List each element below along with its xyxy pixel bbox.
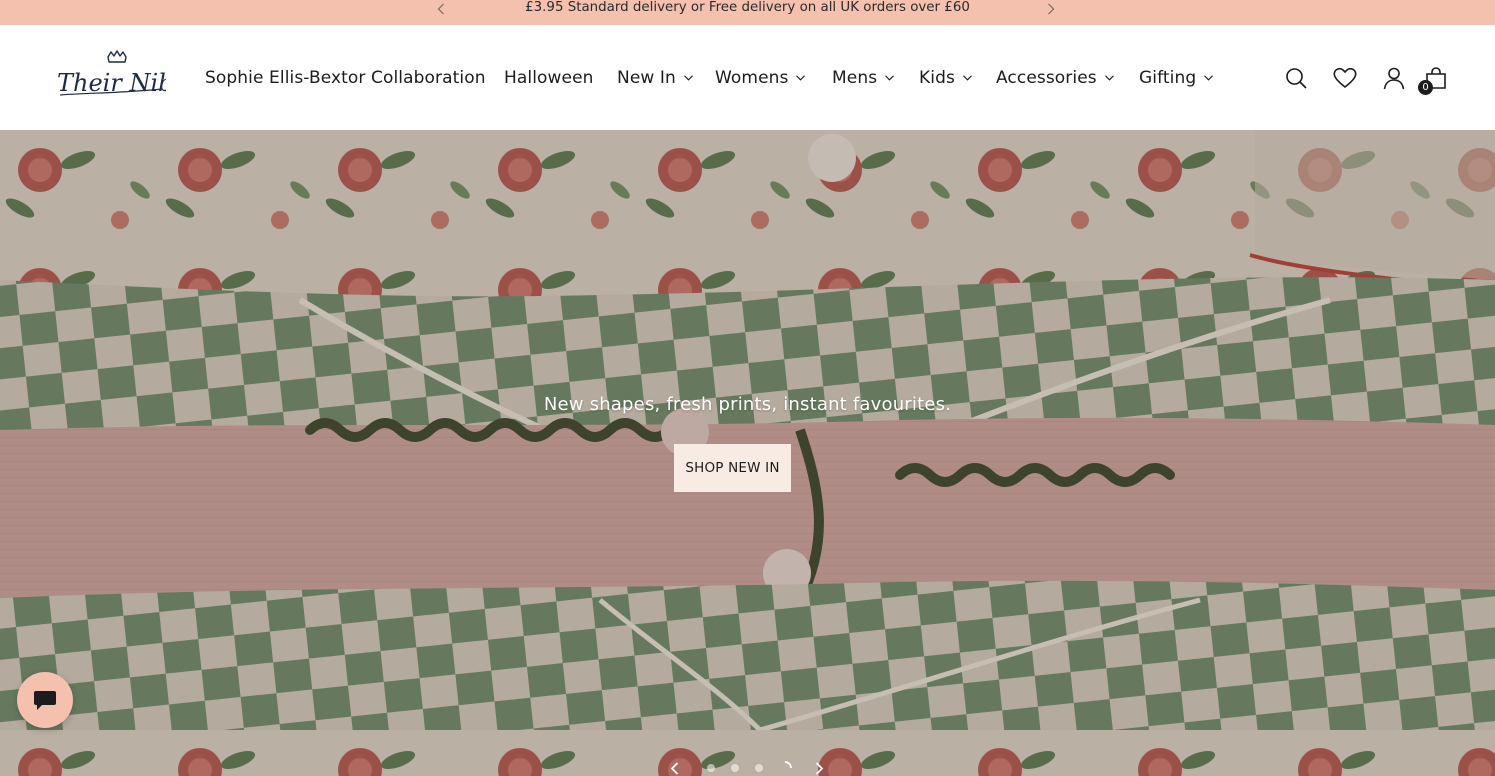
chevron-down-icon: [1204, 75, 1214, 81]
chat-button[interactable]: [17, 672, 73, 728]
chevron-down-icon: [1104, 75, 1114, 81]
nav-item-new-in[interactable]: New In: [617, 64, 693, 92]
nav-item-accessories[interactable]: Accessories: [996, 64, 1114, 92]
nav-item-label: Womens: [715, 68, 789, 88]
announcement-next-button[interactable]: [1044, 1, 1058, 17]
announcement-bar: £3.95 Standard delivery or Free delivery…: [0, 0, 1495, 25]
shop-new-in-button[interactable]: SHOP NEW IN: [674, 444, 791, 492]
account-button[interactable]: [1381, 65, 1407, 91]
nav-item-label: New In: [617, 68, 676, 88]
nav-item-womens[interactable]: Womens: [715, 64, 806, 92]
slide-progress-indicator[interactable]: [777, 760, 793, 776]
logo-image: Their Nibs: [57, 50, 186, 97]
site-header: Their Nibs Sophie Ellis-Bextor Collabora…: [0, 25, 1495, 130]
wishlist-heart-icon: [1333, 67, 1357, 88]
nav-item-label: Gifting: [1139, 68, 1197, 88]
slide-dot-2[interactable]: [731, 764, 739, 772]
logo[interactable]: Their Nibs: [54, 49, 186, 105]
chevron-down-icon: [683, 75, 693, 81]
nav-item-label: Mens: [832, 68, 878, 88]
nav-item-label: Sophie Ellis-Bextor Collaboration: [205, 68, 486, 88]
chat-bubble-icon: [34, 691, 56, 710]
nav-item-gifting[interactable]: Gifting: [1139, 64, 1214, 92]
hero-caption: New shapes, fresh prints, instant favour…: [543, 394, 952, 415]
chevron-down-icon: [885, 75, 895, 81]
nav-item-label: Accessories: [996, 68, 1097, 88]
chevron-down-icon: [963, 75, 972, 81]
search-icon: [1286, 68, 1307, 89]
nav-item-label: Halloween: [504, 68, 594, 88]
chevron-right-icon: [815, 761, 823, 775]
nav-item-label: Kids: [919, 68, 955, 88]
nav-item-sophie-ellis-bextor[interactable]: Sophie Ellis-Bextor Collaboration: [205, 64, 486, 92]
slide-next-button[interactable]: [811, 760, 827, 776]
announcement-text: £3.95 Standard delivery or Free delivery…: [525, 0, 970, 15]
chevron-left-icon: [670, 761, 678, 775]
slide-dot-1[interactable]: [707, 764, 715, 772]
cart-count-badge: 0: [1418, 80, 1433, 95]
nav-item-mens[interactable]: Mens: [832, 64, 895, 92]
slide-dot-3[interactable]: [755, 764, 763, 772]
nav-item-halloween[interactable]: Halloween: [504, 64, 594, 92]
hero-banner: New shapes, fresh prints, instant favour…: [0, 130, 1495, 776]
wishlist-button[interactable]: [1332, 65, 1358, 91]
account-icon: [1383, 67, 1405, 90]
chevron-right-icon: [1048, 3, 1055, 15]
chevron-down-icon: [796, 75, 806, 81]
hero-slider-controls: [664, 758, 834, 776]
search-button[interactable]: [1283, 65, 1309, 91]
nav-item-kids[interactable]: Kids: [919, 64, 972, 92]
slide-prev-button[interactable]: [666, 760, 682, 776]
